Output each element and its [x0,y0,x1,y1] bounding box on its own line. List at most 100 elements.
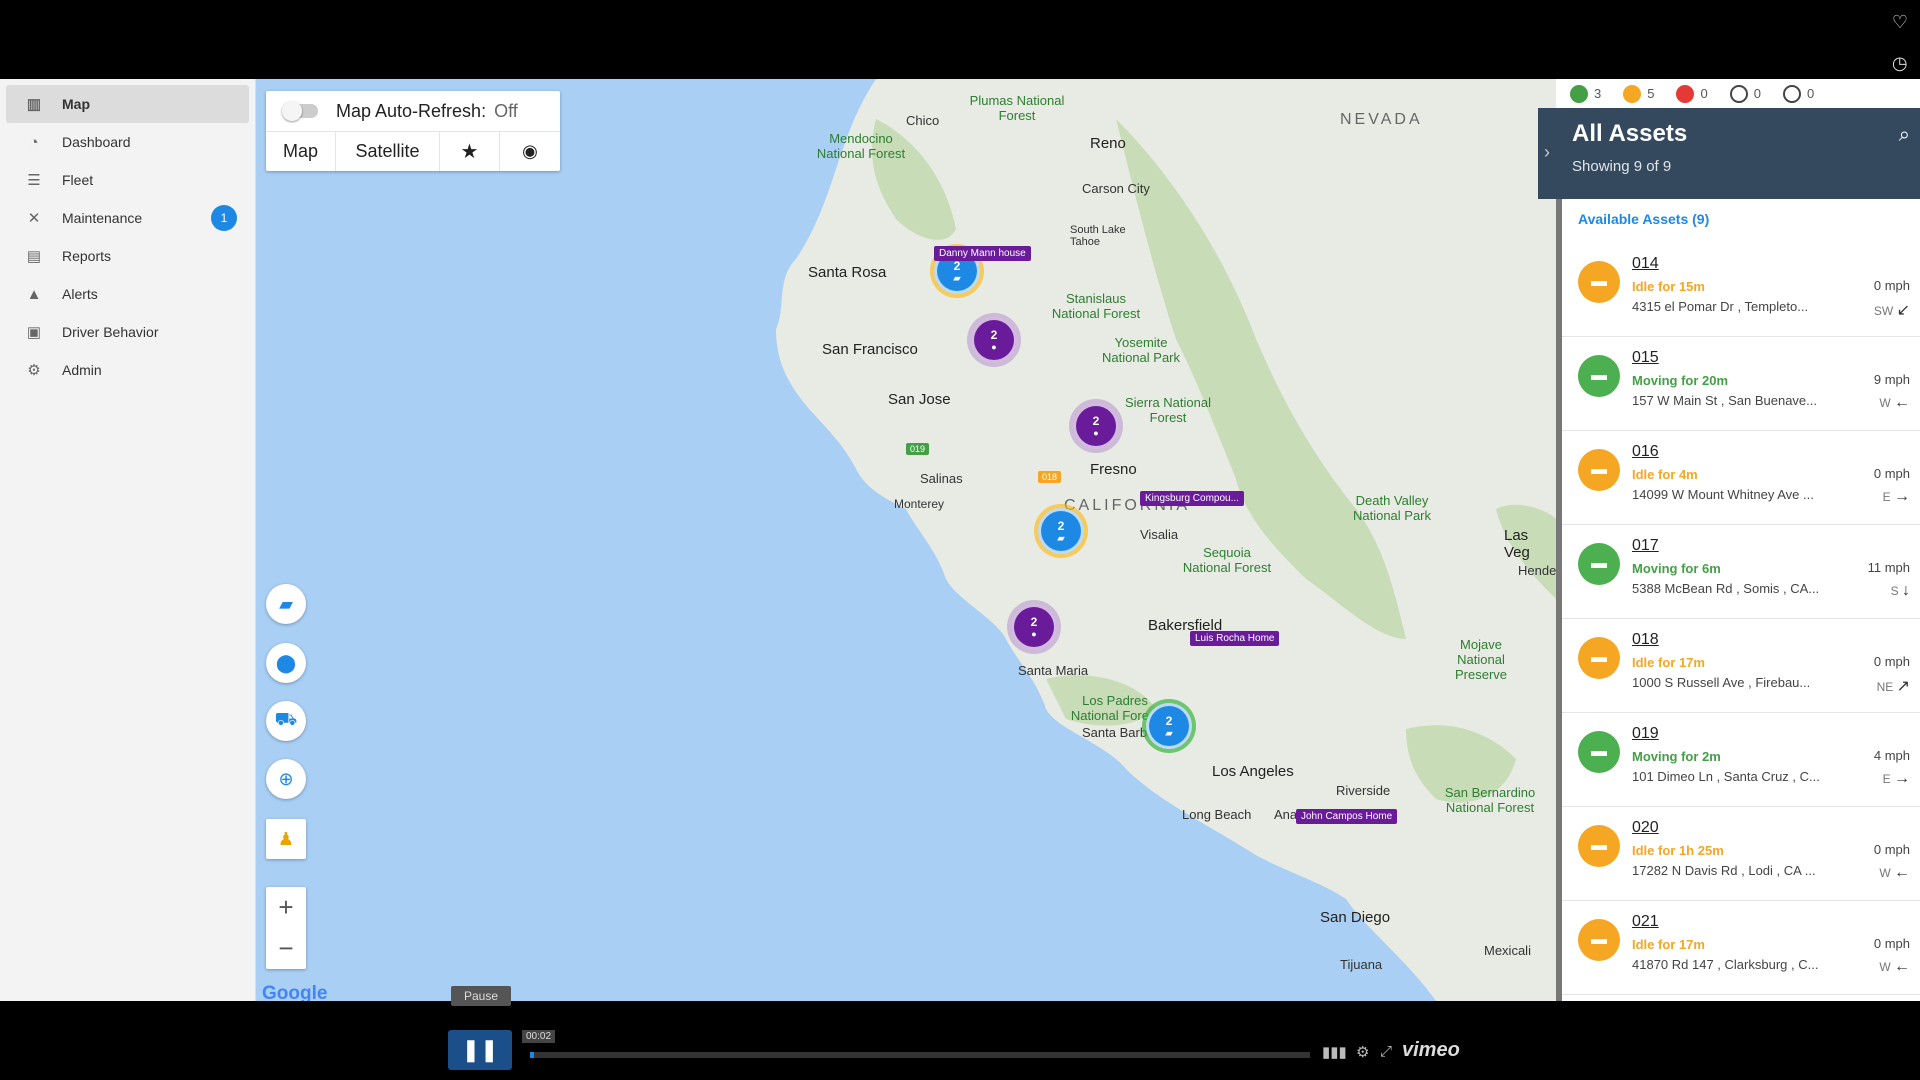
status-count: 0 [1806,86,1815,101]
sidebar-item-alerts[interactable]: ▲ Alerts [6,275,249,313]
progress-fill [530,1052,534,1058]
search-icon[interactable]: ⌕ [1899,124,1910,147]
poi-label[interactable]: John Campos Home [1296,809,1398,824]
asset-id-link[interactable]: 014 [1632,255,1920,273]
asset-status-bar: 3 5 0 0 0 [1556,79,1920,108]
idle-count[interactable]: 5 [1623,84,1654,103]
map-label: Stanislaus National Forest [1051,291,1141,321]
gear-icon: ⚙ [27,362,41,379]
asset-id-link[interactable]: 016 [1632,443,1920,461]
asset-cluster-marker[interactable]: 2 ▰ [1146,703,1192,749]
chevron-right-icon[interactable]: › [1544,142,1550,163]
gear-icon[interactable]: ⚙ [1356,1043,1369,1061]
asset-cluster-marker[interactable]: 2 ▰ [1038,508,1084,554]
asset-address: 157 W Main St , San Buenave... [1632,393,1817,408]
direction-arrow-icon: ↗ [1896,678,1910,695]
sidebar-item-label: Admin [62,362,102,378]
asset-id-link[interactable]: 017 [1632,537,1920,555]
progress-bar[interactable] [530,1052,1310,1058]
asset-id-link[interactable]: 021 [1632,913,1920,931]
map-type-satellite-button[interactable]: Satellite [336,132,440,171]
map-label: Yosemite National Park [1101,335,1181,365]
sidebar-item-admin[interactable]: ⚙ Admin [6,351,249,389]
sidebar-item-maintenance[interactable]: ✕ Maintenance 1 [6,199,249,237]
sidebar-item-driver-behavior[interactable]: ▣ Driver Behavior [6,313,249,351]
stopped-count[interactable]: 0 [1676,84,1708,103]
poi-label[interactable]: Luis Rocha Home [1190,631,1280,646]
map-label: Mexicali [1484,943,1531,958]
location-pin-icon[interactable]: ⬤ [266,643,306,683]
car-icon: ▬ [1578,355,1620,397]
asset-heading: E → [1882,770,1910,787]
sidebar-item-label: Fleet [62,172,94,188]
poi-cluster-marker[interactable]: 2 ● [971,317,1017,363]
fullscreen-icon[interactable]: ⤢ [1380,1043,1392,1060]
map-type-map-button[interactable]: Map [266,132,336,171]
direction-arrow-icon: ← [1894,958,1910,975]
zoom-out-button[interactable]: − [266,928,306,969]
asset-id-link[interactable]: 019 [1632,725,1920,743]
truck-icon: ▰ [1165,727,1173,738]
vehicle-cluster-icon[interactable]: ⛟ [266,701,306,741]
asset-id-link[interactable]: 018 [1632,631,1920,649]
poi-cluster-marker[interactable]: 2 ● [1011,604,1057,650]
asset-row[interactable]: ▬ 019 Moving for 2m 101 Dimeo Ln , Santa Cr… [1562,713,1920,807]
off-count[interactable]: 0 [1729,84,1761,103]
moving-count[interactable]: 3 [1570,84,1602,103]
assets-panel-header: › All Assets Showing 9 of 9 ⌕ [1538,108,1920,199]
direction-arrow-icon: ← [1894,394,1910,411]
street-view-icon[interactable]: ♟ [266,819,306,859]
vimeo-logo[interactable]: vimeo [1402,1039,1460,1062]
asset-row[interactable]: ▬ 015 Moving for 20m 157 W Main St , San Bu… [1562,337,1920,431]
star-icon[interactable]: ★ [440,132,500,171]
sidebar-item-dashboard[interactable]: ◔ Dashboard [6,123,249,161]
zoom-in-button[interactable]: + [266,887,306,928]
truck-icon[interactable]: ▰ [266,584,306,624]
pause-button[interactable]: ❚❚ [448,1030,512,1070]
cluster-count: 2 [1057,518,1065,533]
map-label: Los Angeles [1212,763,1294,780]
asset-speed: 0 mph [1873,936,1910,951]
sidebar-item-map[interactable]: ▥ Map [6,85,249,123]
cluster-count: 2 [1165,713,1173,728]
clock-icon[interactable]: ◷ [1892,53,1908,74]
asset-id-link[interactable]: 020 [1632,819,1920,837]
asset-address: 17282 N Davis Rd , Lodi , CA ... [1632,863,1816,878]
asset-row[interactable]: ▬ 017 Moving for 6m 5388 McBean Rd , Somis … [1562,525,1920,619]
asset-heading: E → [1882,488,1910,505]
asset-address: 4315 el Pomar Dr , Templeto... [1632,299,1809,314]
asset-tag[interactable]: 018 [1038,471,1062,483]
status-count: 0 [1700,86,1708,101]
asset-tag[interactable]: 019 [906,443,930,455]
asset-speed: 11 mph [1867,560,1910,575]
available-assets-link[interactable]: Available Assets (9) [1562,199,1920,243]
volume-icon[interactable]: ▮▮▮ [1322,1043,1347,1061]
add-location-icon[interactable]: ⊕ [266,759,306,799]
car-icon: ▬ [1578,919,1620,961]
other-count[interactable]: 0 [1782,84,1815,103]
assets-list: Available Assets (9) ▬ 014 Idle for 15m 431… [1556,199,1920,1001]
heart-icon[interactable]: ♡ [1892,12,1908,33]
poi-cluster-marker[interactable]: 2 ● [1073,403,1119,449]
asset-row[interactable]: ▬ 016 Idle for 4m 14099 W Mount Whitney Ave… [1562,431,1920,525]
sidebar-item-reports[interactable]: ▤ Reports [6,237,249,275]
asset-row[interactable]: ▬ 020 Idle for 1h 25m 17282 N Davis Rd , Lo… [1562,807,1920,901]
asset-address: 101 Dimeo Ln , Santa Cruz , C... [1632,769,1820,784]
map-canvas[interactable]: NEVADA CALIFORNIA Chico Reno Carson City… [256,79,1556,1001]
sidebar-item-fleet[interactable]: ☰ Fleet [6,161,249,199]
asset-heading: SW ↙ [1873,302,1910,319]
stop-icon [1676,84,1695,103]
asset-row[interactable]: ▬ 021 Idle for 17m 41870 Rd 147 , Clarksbur… [1562,901,1920,995]
poi-label[interactable]: Kingsburg Compou... [1140,491,1244,506]
status-count: 3 [1594,86,1602,101]
eye-icon[interactable]: ◉ [500,132,560,171]
asset-row[interactable]: ▬ 018 Idle for 17m 1000 S Russell Ave , Fir… [1562,619,1920,713]
asset-row[interactable]: ▬ 014 Idle for 15m 4315 el Pomar Dr , Templ… [1562,243,1920,337]
poi-label[interactable]: Danny Mann house [934,246,1031,261]
sidebar-item-label: Alerts [62,286,98,302]
auto-refresh-toggle[interactable] [282,101,318,121]
direction-arrow-icon: → [1894,770,1910,787]
asset-id-link[interactable]: 015 [1632,349,1920,367]
truck-icon: ▰ [1057,532,1065,543]
time-display: 00:02 [522,1030,556,1043]
